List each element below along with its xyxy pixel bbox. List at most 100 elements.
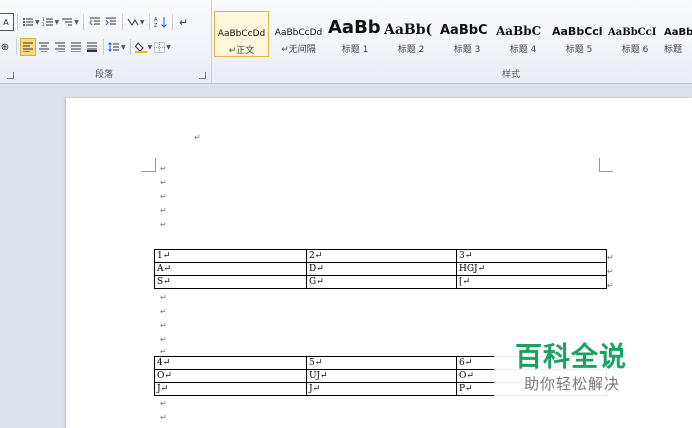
- table-cell[interactable]: S↵: [154, 275, 307, 289]
- style-heading-1[interactable]: AaBb 标题 1: [328, 11, 382, 57]
- table-cell[interactable]: [↵: [456, 275, 607, 289]
- paragraph-mark: ↵: [160, 192, 167, 201]
- style-name: ↵无间隔: [281, 45, 316, 55]
- table-cell[interactable]: HGJ↵: [456, 262, 607, 276]
- justify-button[interactable]: [68, 38, 84, 56]
- sort-button[interactable]: AZ: [153, 13, 169, 31]
- align-center-icon: [39, 42, 49, 52]
- style-heading-5[interactable]: AaBbCcl 标题 5: [552, 11, 606, 57]
- table-cell[interactable]: J↵: [306, 382, 457, 396]
- paragraph-group-label: 段落: [95, 70, 114, 80]
- style-no-spacing[interactable]: AaBbCcDd ↵无间隔: [271, 11, 326, 57]
- bullets-button[interactable]: ▼: [21, 13, 41, 31]
- document-table-1[interactable]: 1↵ 2↵ 3↵ A↵ D↵ HGJ↵ S↵ G↵ [↵: [154, 249, 607, 289]
- increase-indent-icon: [105, 17, 116, 26]
- table-cell[interactable]: 4↵: [154, 356, 307, 370]
- increase-indent-button[interactable]: [103, 13, 119, 31]
- paragraph-mark: ↵: [160, 347, 167, 356]
- style-heading-4[interactable]: AaBbC 标题 4: [496, 11, 550, 57]
- paragraph-group: A ▼ 12 ▼ ▼ ▼ A Z ↵ ⊕ ▼ ▼ ▼ 段落: [0, 0, 212, 84]
- distributed-button[interactable]: [84, 38, 100, 56]
- style-heading-3[interactable]: AaBbC 标题 3: [440, 11, 494, 57]
- char-border-button[interactable]: A: [0, 13, 14, 31]
- table-row: 1↵ 2↵ 3↵: [154, 249, 607, 263]
- separator: [82, 14, 84, 30]
- chevron-down-icon: ▼: [147, 43, 153, 51]
- table-row: A↵ D↵ HGJ↵: [154, 262, 607, 276]
- table-cell[interactable]: UJ↵: [306, 369, 457, 383]
- borders-button[interactable]: ▼: [153, 38, 172, 56]
- style-name: 标题 6: [621, 45, 649, 55]
- svg-text:2: 2: [42, 22, 45, 27]
- align-left-button[interactable]: [20, 38, 36, 56]
- separator: [129, 39, 131, 55]
- align-center-button[interactable]: [36, 38, 52, 56]
- style-name: 标题 1: [341, 45, 369, 55]
- show-marks-button[interactable]: ↵: [176, 13, 192, 31]
- style-name: 标题: [664, 45, 683, 55]
- align-left-icon: [23, 42, 33, 52]
- separator: [17, 14, 18, 30]
- paragraph-dialog-launcher-icon[interactable]: [199, 72, 206, 79]
- numbering-button[interactable]: 12 ▼: [41, 13, 61, 31]
- align-right-icon: [55, 42, 65, 52]
- crop-mark-top-right: [599, 158, 613, 172]
- svg-text:Z: Z: [154, 23, 158, 28]
- chevron-down-icon: ▼: [139, 18, 145, 26]
- paint-bucket-icon: [134, 42, 147, 53]
- separator: [121, 14, 123, 30]
- line-spacing-icon: [108, 42, 119, 52]
- paragraph-mark: ↵: [160, 335, 167, 344]
- style-sample: AaBb(: [384, 22, 433, 38]
- table-cell[interactable]: A↵: [154, 262, 307, 276]
- watermark-subtitle: 助你轻松解决: [524, 375, 621, 393]
- align-right-button[interactable]: [52, 38, 68, 56]
- numbering-icon: 12: [42, 17, 53, 27]
- line-spacing-button[interactable]: ▼: [107, 38, 127, 56]
- crop-mark-top-left: [142, 158, 156, 172]
- decrease-indent-icon: [89, 17, 100, 26]
- paragraph-mark: ↵: [160, 164, 167, 173]
- table-cell[interactable]: D↵: [306, 262, 457, 276]
- ribbon: A ▼ 12 ▼ ▼ ▼ A Z ↵ ⊕ ▼ ▼ ▼ 段落 AaBbCcDd ↵…: [0, 0, 692, 84]
- justify-icon: [71, 42, 81, 52]
- table-cell[interactable]: G↵: [306, 275, 457, 289]
- style-sample: AaBb: [328, 17, 381, 38]
- paragraph-mark: ↵: [160, 178, 167, 187]
- sort-icon: AZ: [154, 17, 167, 28]
- table-cell[interactable]: 3↵: [456, 249, 607, 263]
- chevron-down-icon: ▼: [121, 43, 126, 51]
- style-normal[interactable]: AaBbCcDd ↵正文: [214, 11, 269, 57]
- table-cell[interactable]: 2↵: [306, 249, 457, 263]
- styles-group: AaBbCcDd ↵正文 AaBbCcDd ↵无间隔 AaBb 标题 1 AaB…: [212, 0, 692, 84]
- chinese-layout-button[interactable]: ▼: [126, 13, 146, 31]
- decrease-indent-button[interactable]: [87, 13, 103, 31]
- dialog-launcher-icon[interactable]: [7, 72, 14, 79]
- style-sample: AaBbC: [440, 23, 488, 38]
- style-sample: AaBbC: [496, 24, 542, 38]
- style-heading-7[interactable]: AaBb 标题: [664, 11, 692, 57]
- paragraph-mark: ↵: [160, 206, 167, 215]
- shading-button[interactable]: ▼: [134, 38, 154, 56]
- separator: [171, 14, 173, 30]
- end-of-row-mark: ↵: [607, 281, 614, 290]
- table-cell[interactable]: O↵: [154, 369, 307, 383]
- table-cell[interactable]: 1↵: [154, 249, 307, 263]
- chevron-down-icon: ▼: [35, 18, 40, 26]
- style-heading-2[interactable]: AaBb( 标题 2: [384, 11, 438, 57]
- end-of-row-mark: ↵: [607, 253, 614, 262]
- paragraph-mark: ↵: [160, 307, 167, 316]
- table-cell[interactable]: J↵: [154, 382, 307, 396]
- chevron-down-icon: ▼: [74, 18, 79, 26]
- style-heading-6[interactable]: AaBbCcI 标题 6: [608, 11, 662, 57]
- table-cell[interactable]: 5↵: [306, 356, 457, 370]
- paragraph-mark: ↵: [160, 321, 167, 330]
- distributed-icon: [87, 42, 97, 52]
- phonetic-guide-button[interactable]: ⊕: [0, 38, 13, 56]
- style-sample: AaBbCcI: [608, 27, 657, 38]
- separator: [16, 39, 17, 55]
- paragraph-mark: ↵: [160, 220, 167, 229]
- chevron-down-icon: ▼: [54, 18, 60, 26]
- multilevel-list-button[interactable]: ▼: [60, 13, 80, 31]
- paragraph-mark: ↵: [194, 133, 201, 142]
